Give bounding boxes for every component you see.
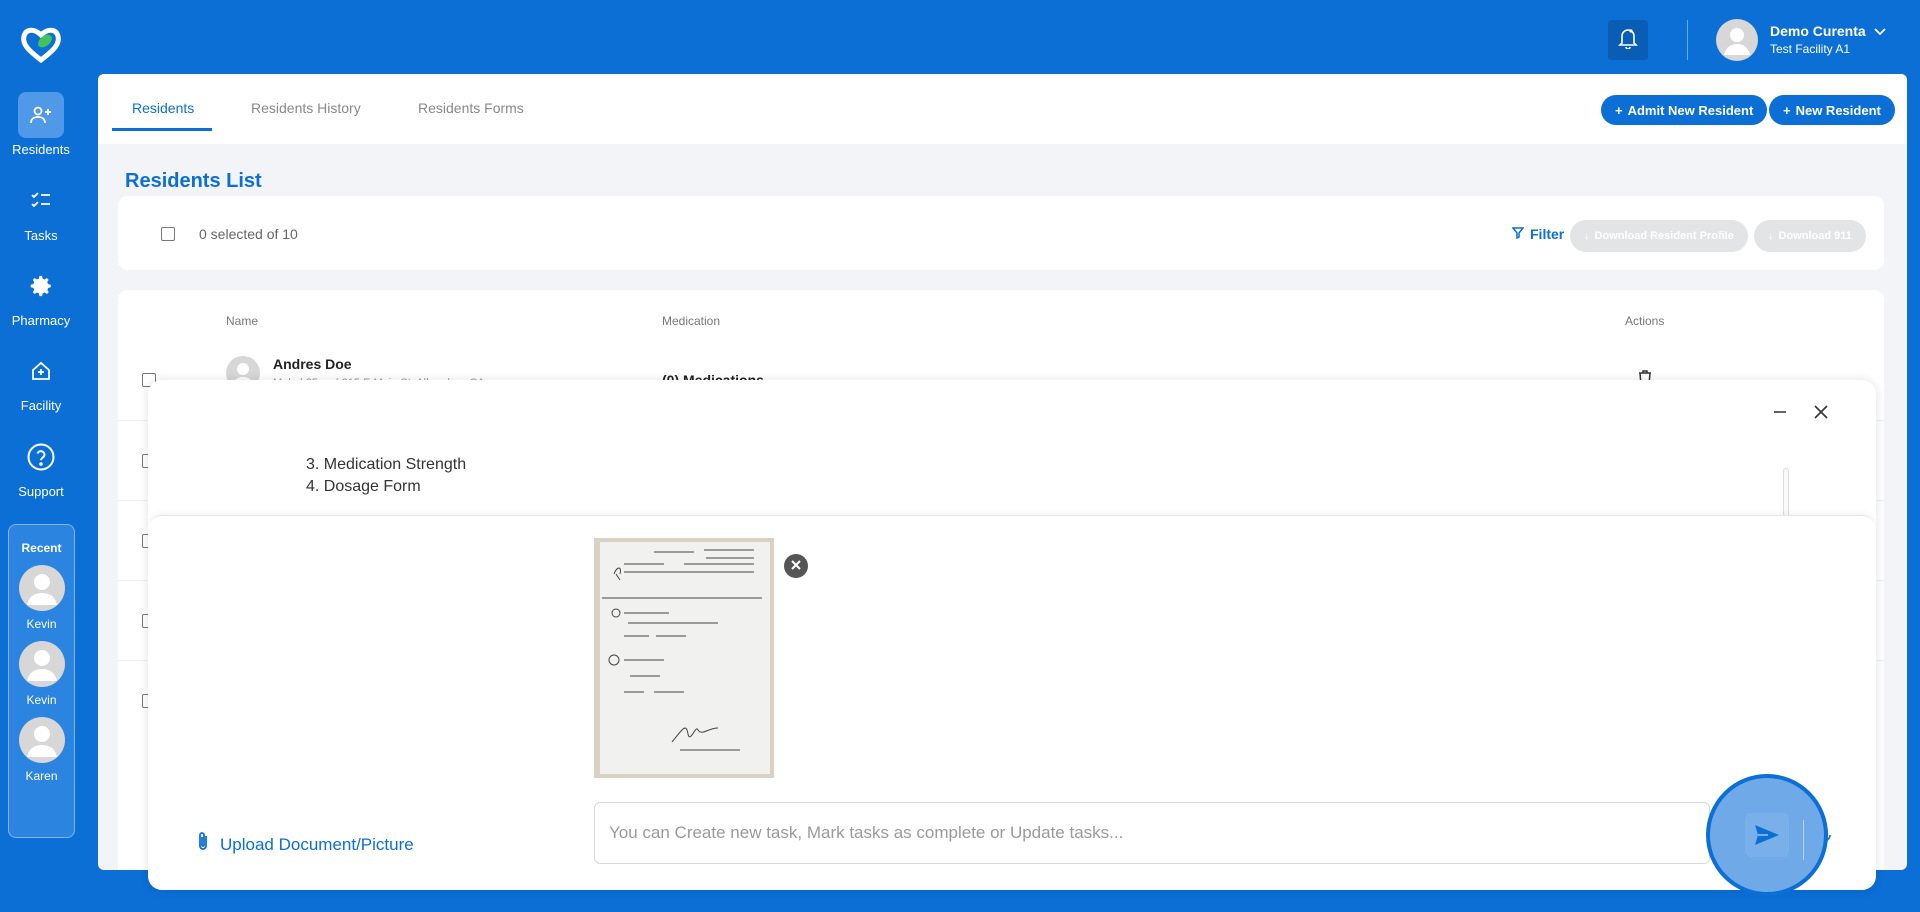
filter-button[interactable]: Filter (1511, 226, 1565, 242)
sidebar-item-label: Facility (20, 398, 62, 413)
avatar (18, 717, 65, 763)
recent-user-name: Kevin (26, 617, 57, 631)
sidebar-item-label: Pharmacy (11, 313, 71, 328)
sidebar-item-pharmacy[interactable]: Pharmacy (0, 263, 82, 328)
assistant-chat-modal: 3. Medication Strength 4. Dosage Form Up… (148, 380, 1876, 890)
bell-icon (1618, 27, 1638, 54)
upload-document-label: Upload Document/Picture (220, 834, 414, 854)
download-911-label: Download 911 (1778, 230, 1852, 242)
column-header-name: Name (226, 314, 259, 328)
user-name: Demo Curenta (1770, 23, 1866, 39)
recent-user-name: Karen (25, 769, 58, 783)
chat-message-line: 3. Medication Strength (306, 456, 467, 473)
attached-prescription-image[interactable] (594, 538, 774, 778)
recent-user[interactable]: Kevin (9, 641, 74, 707)
notifications-button[interactable] (1608, 20, 1648, 60)
facility-name: Test Facility A1 (1770, 42, 1851, 56)
chat-prompt-input[interactable] (594, 802, 1710, 864)
sidebar-item-support[interactable]: Support (0, 434, 82, 499)
sidebar-item-residents[interactable]: Residents (0, 92, 82, 157)
recent-residents-panel: Recent Kevin Kevin Karen (8, 524, 75, 838)
gear-icon (18, 263, 64, 309)
user-menu[interactable]: Demo Curenta Test Facility A1 (1716, 18, 1886, 62)
chevron-down-icon (1874, 22, 1886, 40)
download-profile-label: Download Resident Profile (1594, 230, 1734, 242)
recent-user[interactable]: Karen (9, 717, 74, 783)
app-logo[interactable] (18, 24, 64, 64)
minimize-icon (1772, 404, 1788, 425)
send-divider (1803, 820, 1804, 860)
admit-new-resident-button[interactable]: + Admit New Resident (1601, 95, 1768, 125)
question-icon (18, 434, 64, 480)
recent-title: Recent (21, 541, 62, 555)
users-icon (18, 92, 64, 138)
sidebar-item-tasks[interactable]: Tasks (0, 178, 82, 243)
filter-label: Filter (1530, 226, 1565, 242)
sidebar-item-label: Tasks (24, 228, 58, 243)
recent-user[interactable]: Kevin (9, 565, 74, 631)
filter-icon (1511, 226, 1525, 242)
send-icon (1745, 813, 1789, 857)
new-resident-button[interactable]: + New Resident (1769, 95, 1895, 125)
tab-residents[interactable]: Residents (132, 100, 194, 116)
admit-new-resident-label: Admit New Resident (1627, 102, 1754, 118)
page-title: Residents List (125, 170, 262, 192)
download-911-button[interactable]: ↓ Download 911 (1754, 220, 1866, 252)
chat-composer: Upload Document/Picture (148, 515, 1876, 890)
avatar (18, 641, 65, 687)
minimize-button[interactable] (1768, 402, 1792, 426)
resident-name[interactable]: Andres Doe (273, 356, 352, 372)
download-resident-profile-button[interactable]: ↓ Download Resident Profile (1570, 220, 1748, 252)
chat-message-line: 4. Dosage Form (306, 478, 421, 495)
select-all-checkbox[interactable] (161, 227, 175, 241)
avatar (18, 565, 65, 611)
close-icon (1813, 404, 1829, 425)
tabs-bar: Residents Residents History Residents Fo… (98, 74, 1907, 144)
upload-document-button[interactable]: Upload Document/Picture (196, 831, 414, 858)
plus-icon: + (1615, 102, 1623, 118)
paperclip-icon (196, 831, 210, 858)
recent-user-name: Kevin (26, 693, 57, 707)
avatar (1716, 19, 1758, 61)
send-button[interactable] (1706, 774, 1828, 896)
close-button[interactable] (1809, 402, 1833, 426)
selected-count: 0 selected of 10 (199, 226, 298, 242)
new-resident-label: New Resident (1795, 102, 1881, 118)
sidebar: Residents Tasks Pharmacy Facility Suppor… (0, 0, 82, 912)
checklist-icon (18, 178, 64, 224)
medical-house-icon (18, 348, 64, 394)
plus-icon: + (1783, 102, 1791, 118)
remove-attachment-button[interactable] (784, 554, 808, 578)
sidebar-item-label: Support (18, 484, 64, 499)
sidebar-item-label: Residents (12, 142, 70, 157)
column-header-actions: Actions (1625, 314, 1665, 328)
sidebar-item-facility[interactable]: Facility (0, 348, 82, 413)
close-icon (791, 557, 801, 575)
download-icon: ↓ (1584, 230, 1590, 242)
download-icon: ↓ (1768, 230, 1774, 242)
list-toolbar: 0 selected of 10 Filter ↓ Download Resid… (118, 196, 1884, 270)
tab-residents-history[interactable]: Residents History (251, 100, 361, 116)
topbar-divider (1687, 20, 1688, 60)
active-tab-indicator (112, 128, 212, 131)
tab-residents-forms[interactable]: Residents Forms (418, 100, 524, 116)
column-header-medication: Medication (662, 314, 721, 328)
